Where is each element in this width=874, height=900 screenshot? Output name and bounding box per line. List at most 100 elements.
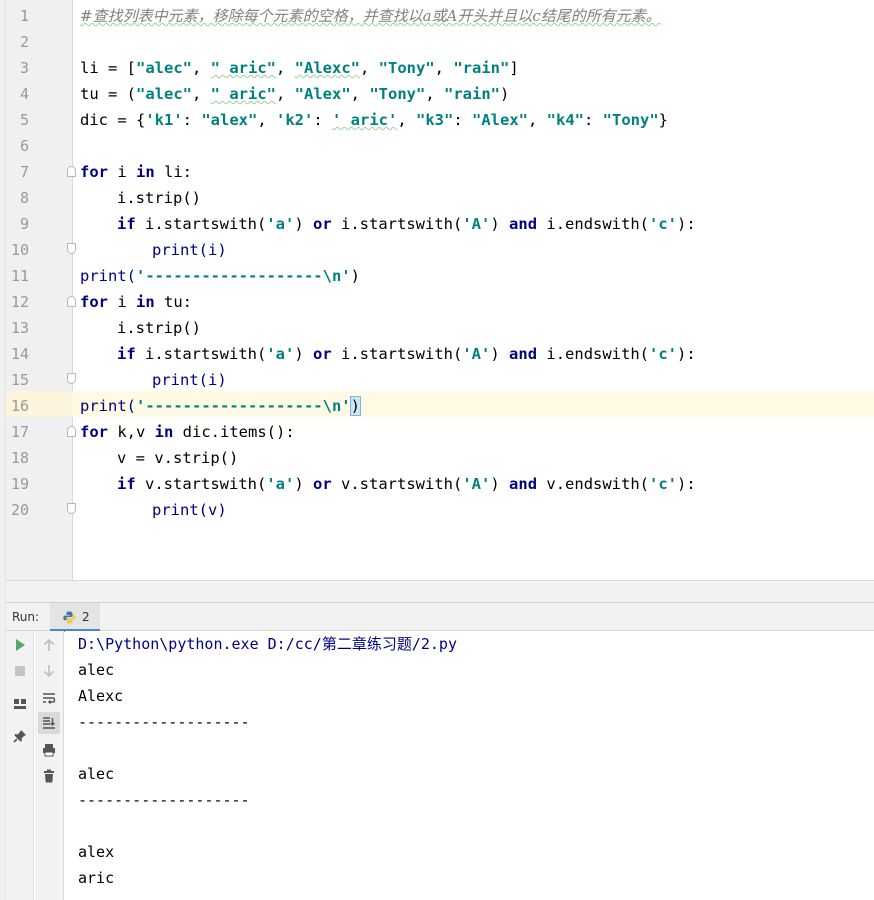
code-token: ): xyxy=(677,345,696,363)
code-token: "alex" xyxy=(201,111,258,129)
code-line[interactable]: i.strip() xyxy=(117,315,201,341)
code-token: if xyxy=(117,215,136,233)
clear-all-button[interactable] xyxy=(38,765,60,787)
code-token: , xyxy=(257,111,276,129)
code-line[interactable]: print(i) xyxy=(152,367,227,393)
line-number: 6 xyxy=(19,137,29,155)
code-line[interactable]: for i in tu: xyxy=(80,289,192,315)
code-line[interactable]: if i.startswith('a') or i.startswith('A'… xyxy=(117,341,696,367)
code-line[interactable]: print('-------------------\n') xyxy=(80,263,360,289)
code-token: " aric" xyxy=(210,85,276,103)
code-token: if xyxy=(117,475,136,493)
fold-marker-icon[interactable] xyxy=(67,243,76,254)
code-line[interactable]: if i.startswith('a') or i.startswith('A'… xyxy=(117,211,696,237)
code-line[interactable]: print('-------------------\n') xyxy=(80,393,362,419)
code-token: or xyxy=(313,475,332,493)
code-token: : xyxy=(453,111,472,129)
code-line[interactable]: #查找列表中元素，移除每个元素的空格，并查找以a或A开头并且以c结尾的所有元素。 xyxy=(80,3,661,29)
console-line: ------------------- xyxy=(78,713,250,731)
code-token: v.endswith( xyxy=(537,475,650,493)
layout-button[interactable] xyxy=(9,693,31,715)
code-token: for xyxy=(80,423,108,441)
code-token: ): xyxy=(677,215,696,233)
fold-marker-icon[interactable] xyxy=(67,296,76,307)
console-line: Alexc xyxy=(78,687,124,705)
line-number: 2 xyxy=(19,33,29,51)
code-token: in xyxy=(154,423,174,441)
code-token: i.endswith( xyxy=(537,345,650,363)
code-line[interactable]: for k,v in dic.items(): xyxy=(80,419,295,445)
code-token: ' aric' xyxy=(332,111,398,129)
code-token: tu xyxy=(80,85,99,103)
line-number: 15 xyxy=(10,371,29,389)
code-token: , xyxy=(192,85,211,103)
console-command-line[interactable]: D:\Python\python.exe D:/cc/第二章练习题/2.py xyxy=(78,631,457,657)
code-token: , xyxy=(528,111,547,129)
code-token: 'k1' xyxy=(145,111,183,129)
code-line[interactable]: print(i) xyxy=(152,237,227,263)
print-button[interactable] xyxy=(38,739,60,761)
code-line[interactable]: dic = {'k1': "alex", 'k2': ' aric', "k3"… xyxy=(80,107,668,133)
run-toolbar-right xyxy=(35,631,64,900)
soft-wrap-icon xyxy=(43,693,56,705)
line-number: 20 xyxy=(10,501,29,519)
code-token: and xyxy=(509,345,538,363)
code-token: dic.items(): xyxy=(173,423,295,441)
code-token: 'k2' xyxy=(276,111,314,129)
code-line[interactable]: print(v) xyxy=(152,497,227,523)
console-line: ------------------- xyxy=(78,791,250,809)
code-token: i.startswith( xyxy=(135,345,267,363)
code-line[interactable]: for i in li: xyxy=(80,159,192,185)
console-output[interactable]: D:\Python\python.exe D:/cc/第二章练习题/2.py a… xyxy=(65,631,874,900)
code-token: 'a' xyxy=(266,345,295,363)
pin-tab-button[interactable] xyxy=(9,725,31,747)
code-token: = [ xyxy=(98,59,136,77)
console-line: alex xyxy=(78,843,115,861)
code-token: print(i) xyxy=(152,371,227,389)
code-token: i.endswith( xyxy=(537,215,650,233)
line-number: 9 xyxy=(19,215,29,233)
line-number: 19 xyxy=(10,475,29,493)
previous-occurrence-button[interactable] xyxy=(38,634,60,656)
run-button[interactable] xyxy=(9,634,31,656)
python-icon xyxy=(63,611,76,624)
stop-icon xyxy=(15,666,25,676)
fold-marker-icon[interactable] xyxy=(67,373,76,384)
code-token: if xyxy=(117,345,136,363)
code-token: ): xyxy=(677,475,696,493)
panel-divider[interactable] xyxy=(6,580,874,602)
code-line[interactable]: if v.startswith('a') or v.startswith('A'… xyxy=(117,471,696,497)
run-tab[interactable]: 2 xyxy=(50,603,100,632)
code-token: and xyxy=(509,475,538,493)
code-token: for xyxy=(80,293,108,311)
fold-marker-icon[interactable] xyxy=(67,426,76,437)
code-token: , xyxy=(276,59,295,77)
code-token: i.strip() xyxy=(117,189,201,207)
code-token: 'a' xyxy=(266,215,295,233)
code-token: v.startswith( xyxy=(331,475,463,493)
line-number: 13 xyxy=(10,319,29,337)
code-token: '-------------------\n' xyxy=(136,267,351,285)
line-number: 14 xyxy=(10,345,29,363)
code-token: i xyxy=(108,163,136,181)
code-token: , xyxy=(360,59,379,77)
code-token: 'c' xyxy=(649,475,678,493)
code-line[interactable]: v = v.strip() xyxy=(117,445,238,471)
stop-button[interactable] xyxy=(9,660,31,682)
line-number: 11 xyxy=(10,267,29,285)
code-token: '-------------------\n' xyxy=(136,397,351,415)
arrow-up-icon xyxy=(43,638,55,651)
code-token: "alec" xyxy=(136,85,192,103)
matching-paren: ) xyxy=(349,396,362,416)
next-occurrence-button[interactable] xyxy=(38,660,60,682)
fold-marker-icon[interactable] xyxy=(67,503,76,514)
code-token: "rain" xyxy=(444,85,501,103)
arrow-down-icon xyxy=(43,665,55,678)
fold-marker-icon[interactable] xyxy=(67,166,76,177)
code-token: print(v) xyxy=(152,501,227,519)
code-line[interactable]: i.strip() xyxy=(117,185,201,211)
code-line[interactable]: li = ["alec", " aric", "Alexc", "Tony", … xyxy=(80,55,519,81)
soft-wrap-button[interactable] xyxy=(38,687,60,709)
code-line[interactable]: tu = ("alec", " aric", "Alex", "Tony", "… xyxy=(80,81,509,107)
scroll-to-end-button[interactable] xyxy=(38,712,60,734)
